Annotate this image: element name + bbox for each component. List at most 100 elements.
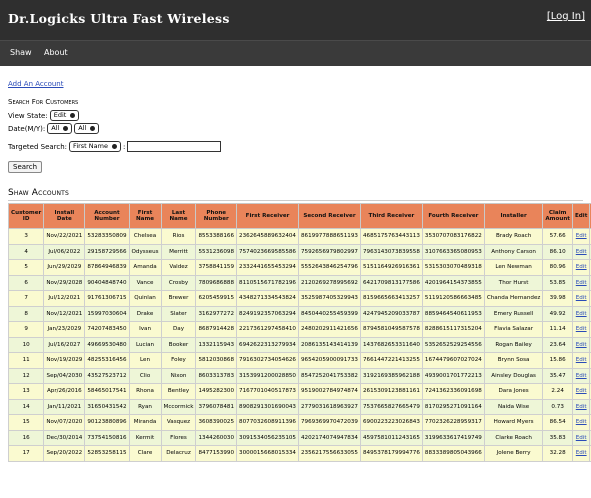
table-cell: 11: [7, 352, 45, 369]
edit-link[interactable]: Edit: [571, 398, 591, 415]
edit-link[interactable]: Edit: [571, 352, 591, 369]
table-row: 4 Jul/06/2022 29158729566 Odysseus Merritt 55…: [7, 243, 591, 260]
month-select[interactable]: All: [47, 123, 73, 134]
accounts-table: Customer ID Install Date Account Number Fir…: [7, 203, 591, 462]
edit-link[interactable]: Edit: [571, 305, 591, 322]
table-cell: Nixon: [160, 367, 197, 384]
table-body: 3 Nov/22/2021 53283350809 Chelsea Rios 855338…: [7, 228, 591, 462]
year-select[interactable]: All: [74, 123, 100, 134]
table-cell: 3107663365080953: [421, 243, 485, 260]
table-cell: 3525987405329943: [298, 290, 361, 307]
table-cell: 3: [7, 228, 45, 245]
edit-link[interactable]: Edit: [571, 445, 591, 462]
login-link[interactable]: [Log In]: [547, 11, 585, 22]
table-row: 17 Sep/20/2022 52853258115 Clare Delacruz 847…: [7, 445, 591, 462]
table-cell: Anthony Carson: [483, 243, 544, 260]
table-cell: 1495282300: [195, 383, 238, 400]
table-cell: Ainsley Douglas: [483, 367, 544, 384]
table-cell: 5151164926916361: [359, 259, 423, 276]
table-cell: Vance: [128, 274, 162, 291]
table-cell: Amanda: [128, 259, 162, 276]
table-cell: Delacruz: [160, 445, 197, 462]
edit-link[interactable]: Edit: [571, 414, 591, 431]
table-cell: 5812030868: [195, 352, 238, 369]
table-cell: 3000015668015334: [236, 445, 299, 462]
edit-link[interactable]: Edit: [571, 290, 591, 307]
nav-item-shaw[interactable]: Shaw: [10, 48, 32, 57]
column-header: Installer: [483, 203, 544, 229]
table-row: 3 Nov/22/2021 53283350809 Chelsea Rios 855338…: [7, 228, 591, 245]
table-cell: Brynn Sosa: [483, 352, 544, 369]
search-button[interactable]: Search: [8, 161, 43, 173]
table-cell: 8110515671782196: [236, 274, 299, 291]
table-cell: 4: [7, 243, 45, 260]
table-cell: 90404848740: [84, 274, 130, 291]
edit-link[interactable]: Edit: [571, 321, 591, 338]
edit-link[interactable]: Edit: [571, 274, 591, 291]
table-cell: 2332441655453294: [236, 259, 299, 276]
table-row: 16 Dec/30/2014 73754150816 Kermit Flores 1344…: [7, 429, 591, 446]
table-cell: 2356217556633055: [298, 445, 361, 462]
table-cell: 4202174074947834: [298, 429, 361, 446]
table-cell: 87864946839: [84, 259, 130, 276]
edit-link[interactable]: Edit: [571, 429, 591, 446]
edit-link[interactable]: Edit: [571, 228, 591, 245]
edit-link[interactable]: Edit: [571, 367, 591, 384]
table-cell: 35.83: [542, 429, 573, 446]
table-cell: 8794581049587578: [359, 321, 423, 338]
table-cell: Emery Russell: [483, 305, 544, 322]
view-state-label: View State:: [8, 111, 48, 120]
table-cell: 5: [7, 259, 45, 276]
table-cell: 8619977888651193: [298, 228, 361, 245]
table-row: 5 Jun/29/2029 87864946839 Amanda Valdez 37588…: [7, 259, 591, 276]
table-cell: 74207483450: [84, 321, 130, 338]
table-cell: 6205459915: [195, 290, 238, 307]
nav-item-about[interactable]: About: [44, 48, 68, 57]
table-cell: 32.28: [542, 445, 573, 462]
view-state-row: View State: Edit: [8, 110, 80, 121]
table-cell: Brady Roach: [483, 228, 544, 245]
table-cell: 7574023669585586: [236, 243, 299, 260]
table-cell: 8495378179994776: [359, 445, 423, 462]
table-cell: 8553388166: [195, 228, 238, 245]
table-cell: 49669530480: [84, 336, 130, 353]
table-cell: Quinlan: [128, 290, 162, 307]
view-state-select[interactable]: Edit: [49, 110, 80, 121]
add-account-link[interactable]: Add An Account: [8, 80, 64, 88]
table-header-row: Customer ID Install Date Account Number Fir…: [7, 203, 591, 229]
section-title: Shaw Accounts: [8, 188, 70, 198]
edit-link[interactable]: Edit: [571, 259, 591, 276]
column-header: Account Number: [84, 203, 130, 229]
column-header: Customer ID: [7, 203, 45, 229]
table-row: 8 Nov/12/2021 15997030604 Drake Slater 316297…: [7, 305, 591, 322]
table-row: 6 Nov/29/2028 90404848740 Vance Crosby 780968…: [7, 274, 591, 291]
search-text-input[interactable]: [127, 141, 222, 152]
table-cell: Foley: [160, 352, 197, 369]
table-cell: 3091534056235105: [236, 429, 299, 446]
column-header: Phone Number: [195, 203, 238, 229]
table-cell: Sep/04/2030: [43, 367, 86, 384]
targeted-search-select[interactable]: First Name: [69, 141, 122, 152]
table-cell: 2779031618963927: [298, 398, 361, 415]
table-cell: 80.96: [542, 259, 573, 276]
edit-link[interactable]: Edit: [571, 383, 591, 400]
table-cell: 2615309123881161: [359, 383, 423, 400]
table-cell: 7969369970472039: [298, 414, 361, 431]
edit-link[interactable]: Edit: [571, 243, 591, 260]
table-cell: Howard Myers: [483, 414, 544, 431]
table-cell: Sep/20/2022: [43, 445, 86, 462]
column-header: Third Receiver: [359, 203, 423, 229]
table-cell: Clarke Roach: [483, 429, 544, 446]
table-cell: 39.98: [542, 290, 573, 307]
table-cell: 8: [7, 305, 45, 322]
nav-bar: Shaw About: [0, 40, 591, 66]
table-cell: Rios: [160, 228, 197, 245]
dropdown-arrow-icon: [111, 143, 117, 149]
table-cell: 3758841159: [195, 259, 238, 276]
column-header: Edit: [571, 203, 591, 229]
table-cell: 10: [7, 336, 45, 353]
table-cell: 6942622313279934: [236, 336, 299, 353]
colon-separator: :: [123, 142, 126, 151]
table-cell: 7: [7, 290, 45, 307]
edit-link[interactable]: Edit: [571, 336, 591, 353]
